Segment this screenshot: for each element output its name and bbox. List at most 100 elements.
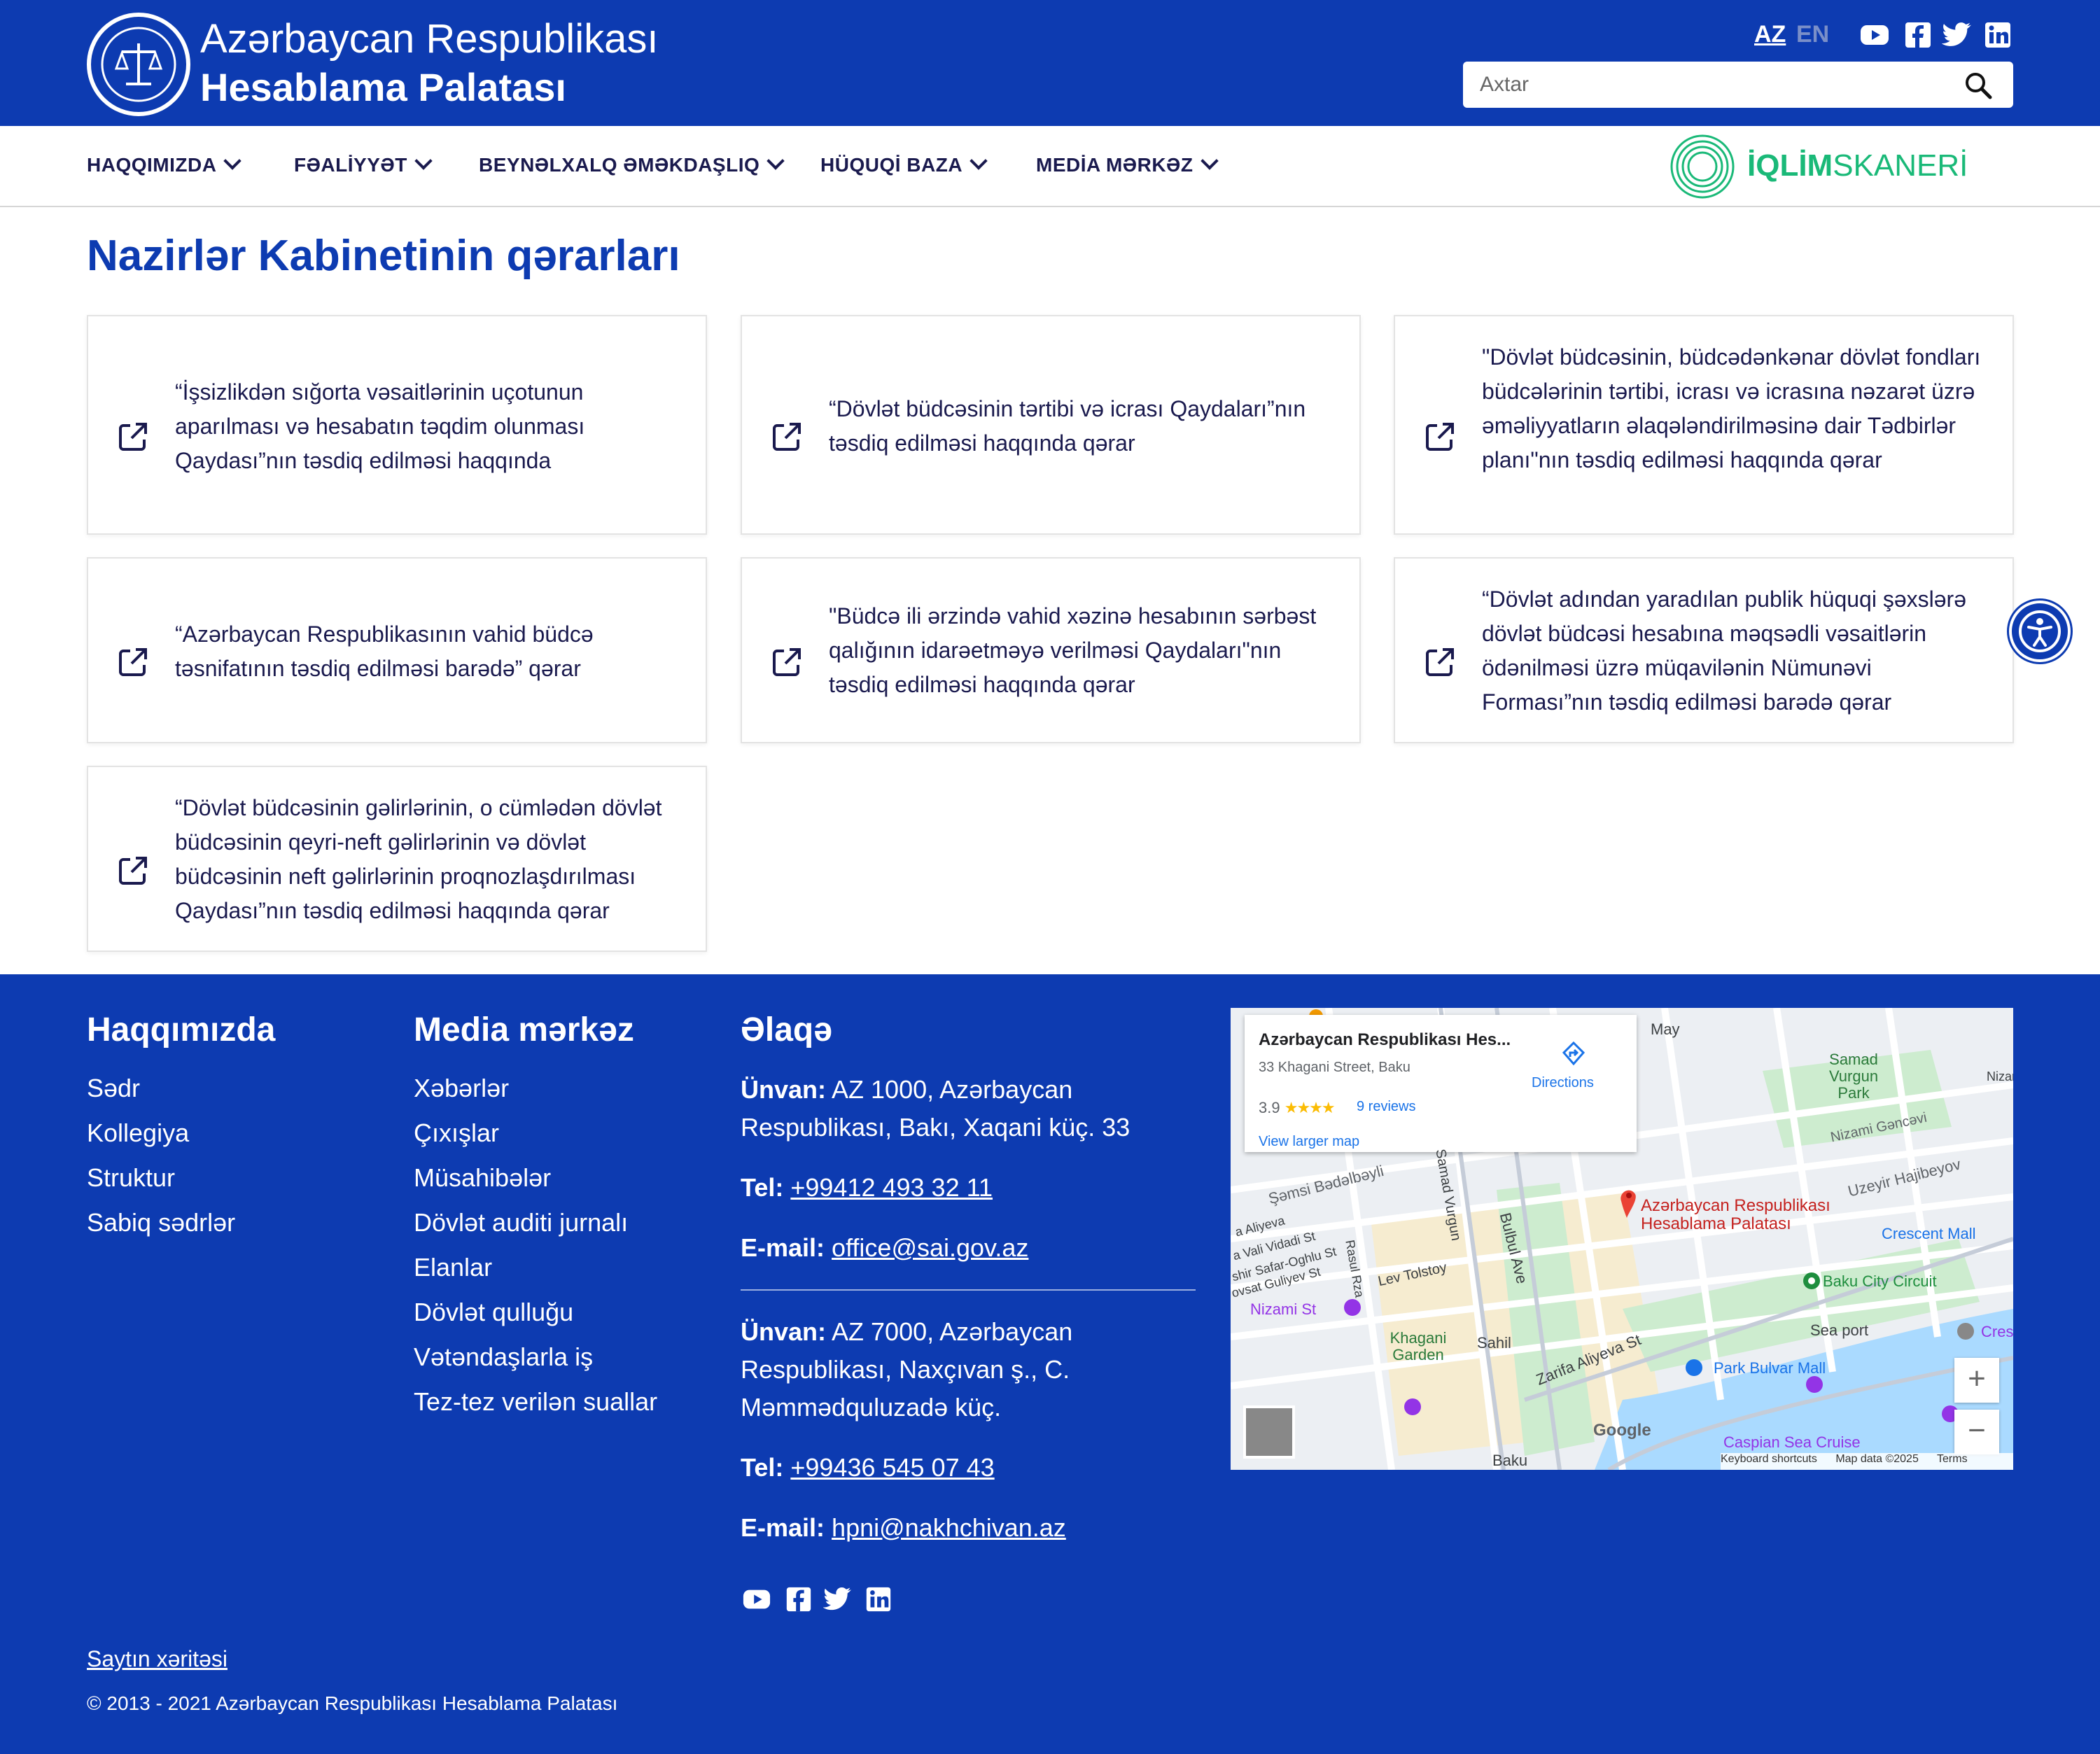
accessibility-button[interactable]: [2009, 601, 2071, 662]
decision-card[interactable]: “İşsizlikdən sığorta vəsaitlərinin uçotu…: [87, 315, 707, 535]
decision-card[interactable]: “Dövlət büdcəsinin gəlirlərinin, o cümlə…: [87, 766, 707, 952]
nakh-tel-link[interactable]: +99436 545 07 43: [790, 1453, 994, 1482]
brand-title-line2[interactable]: Hesablama Palatası: [200, 64, 566, 110]
nav-label: BEYNƏLXALQ ƏMƏKDAŞLIQ: [479, 154, 760, 176]
google-logo: Google: [1593, 1421, 1651, 1440]
map-data-text: Map data ©2025: [1835, 1453, 1919, 1465]
chevron-down-icon: [223, 152, 242, 170]
map-attribution: Keyboard shortcuts Map data ©2025 Terms: [1721, 1453, 2013, 1470]
directions-link[interactable]: Directions: [1532, 1075, 1594, 1091]
external-link-icon: [119, 423, 147, 451]
facebook-icon[interactable]: [784, 1585, 813, 1614]
nakh-email-link[interactable]: hpni@nakhchivan.az: [832, 1513, 1066, 1542]
search-icon[interactable]: [1963, 70, 1994, 101]
map-place-card[interactable]: Azərbaycan Respublikası Hes... 33 Khagan…: [1245, 1015, 1637, 1152]
map-terms-link[interactable]: Terms: [1937, 1453, 1968, 1465]
footer-link-struktur[interactable]: Struktur: [87, 1163, 175, 1193]
nav-label: HÜQUQİ BAZA: [820, 154, 963, 176]
card-text: "Dövlət büdcəsinin, büdcədənkənar dövlət…: [1482, 344, 1981, 472]
top-header: Azərbaycan Respublikası Hesablama Palata…: [0, 0, 2100, 126]
nav-item-fealiyyet[interactable]: FƏALİYYƏT: [294, 152, 433, 176]
nav-item-huquqi-baza[interactable]: HÜQUQİ BAZA: [820, 152, 988, 176]
search-input[interactable]: [1463, 62, 2013, 108]
footer-link-vetendaslarla-is[interactable]: Vətəndaşlarla iş: [414, 1342, 593, 1372]
external-link-icon: [119, 857, 147, 885]
footer-link-kollegiya[interactable]: Kollegiya: [87, 1118, 189, 1148]
partner-bold: İQLİM: [1747, 148, 1833, 183]
external-link-icon: [1426, 648, 1454, 676]
baku-tel-link[interactable]: +99412 493 32 11: [790, 1173, 993, 1202]
map-label-poi: Cres: [1981, 1323, 2013, 1340]
footer-link-xeberler[interactable]: Xəbərlər: [414, 1074, 509, 1103]
footer-media-heading: Media mərkəz: [414, 1011, 634, 1048]
footer-link-musahibeler[interactable]: Müsahibələr: [414, 1163, 551, 1193]
map-label-city: Baku: [1492, 1452, 1528, 1469]
chevron-down-icon: [414, 152, 433, 170]
linkedin-icon[interactable]: [864, 1585, 893, 1614]
map-reviews-link[interactable]: 9 reviews: [1357, 1099, 1415, 1115]
card-text: “Dövlət adından yaradılan publik hüquqi …: [1482, 587, 1966, 715]
nav-item-beynelxalq[interactable]: BEYNƏLXALQ ƏMƏKDAŞLIQ: [479, 152, 785, 176]
map-label-port: Sea port: [1810, 1321, 1869, 1339]
map-label-metro: Nizami St: [1250, 1300, 1317, 1318]
map-larger-link[interactable]: View larger map: [1259, 1134, 1359, 1150]
nav-label: MEDİA MƏRKƏZ: [1036, 154, 1194, 176]
footer-link-faq[interactable]: Tez-tez verilən suallar: [414, 1387, 657, 1417]
nav-item-haqqimizda[interactable]: HAQQIMIZDA: [87, 152, 242, 176]
map-pin-label-line2: Hesablama Palatası: [1641, 1214, 1791, 1233]
external-link-icon: [119, 648, 147, 676]
baku-email: E-mail: office@sai.gov.az: [741, 1229, 1189, 1267]
footer-link-sabiq-sedrler[interactable]: Sabiq sədrlər: [87, 1208, 235, 1237]
chevron-down-icon: [969, 152, 988, 170]
sitemap-link[interactable]: Saytın xəritəsi: [87, 1646, 227, 1672]
map-label-circuit: Baku City Circuit: [1823, 1272, 1937, 1290]
map-label-street: Nizam: [1987, 1069, 2013, 1083]
lang-az-link[interactable]: AZ: [1754, 21, 1786, 48]
card-text: "Büdcə ili ərzində vahid xəzinə hesabını…: [829, 603, 1317, 697]
decision-card[interactable]: "Büdcə ili ərzində vahid xəzinə hesabını…: [741, 557, 1361, 743]
baku-email-link[interactable]: office@sai.gov.az: [832, 1233, 1028, 1262]
logo-seal-icon[interactable]: [87, 13, 190, 116]
map-keyboard-shortcuts[interactable]: Keyboard shortcuts: [1721, 1453, 1817, 1465]
map-rating: 3.9 ★★★★: [1259, 1099, 1336, 1117]
youtube-icon[interactable]: [742, 1585, 771, 1614]
lang-en-link[interactable]: EN: [1796, 21, 1829, 48]
footer-about-heading: Haqqımızda: [87, 1011, 276, 1048]
directions-icon[interactable]: [1560, 1040, 1588, 1068]
tel-label: Tel:: [741, 1453, 784, 1482]
map-zoom-in-button[interactable]: +: [1954, 1358, 1999, 1403]
decision-card[interactable]: “Dövlət adından yaradılan publik hüquqi …: [1394, 557, 2014, 743]
baku-address: Ünvan: AZ 1000, Azərbaycan Respublikası,…: [741, 1071, 1189, 1146]
star-rating-icon: ★★★★: [1284, 1099, 1336, 1116]
chevron-down-icon: [1200, 152, 1219, 170]
nav-item-media-merkez[interactable]: MEDİA MƏRKƏZ: [1036, 152, 1219, 176]
iqlim-skaneri-link[interactable]: İQLİMSKANERİ: [1747, 148, 1968, 183]
facebook-icon[interactable]: [1903, 20, 1933, 50]
footer-link-cixislar[interactable]: Çıxışlar: [414, 1118, 499, 1148]
map-pin-label-line1: Azərbaycan Respublikası: [1641, 1196, 1830, 1215]
external-link-icon: [773, 648, 801, 676]
footer-link-audit-jurnali[interactable]: Dövlət auditi jurnalı: [414, 1208, 628, 1237]
footer-link-dovlet-qullugu[interactable]: Dövlət qulluğu: [414, 1298, 573, 1327]
google-map[interactable]: Azərbaycan Respublikası Hes... 33 Khagan…: [1231, 1008, 2013, 1470]
map-label-park: Samad Vurgun Park: [1828, 1051, 1879, 1102]
decision-card[interactable]: “Azərbaycan Respublikasının vahid büdcə …: [87, 557, 707, 743]
footer-link-elanlar[interactable]: Elanlar: [414, 1253, 492, 1282]
brand-title-line1[interactable]: Azərbaycan Respublikası: [200, 15, 658, 62]
footer-link-sedr[interactable]: Sədr: [87, 1074, 140, 1103]
page-title: Nazirlər Kabinetinin qərarları: [87, 232, 680, 280]
decision-card[interactable]: “Dövlət büdcəsinin tərtibi və icrası Qay…: [741, 315, 1361, 535]
card-text: “Dövlət büdcəsinin gəlirlərinin, o cümlə…: [175, 795, 662, 923]
map-zoom-out-button[interactable]: −: [1954, 1410, 1999, 1454]
twitter-icon[interactable]: [823, 1585, 853, 1614]
nakhchivan-email: E-mail: hpni@nakhchivan.az: [741, 1509, 1189, 1547]
external-link-icon: [1426, 423, 1454, 451]
card-text: “İşsizlikdən sığorta vəsaitlərinin uçotu…: [175, 379, 585, 473]
nakhchivan-tel: Tel: +99436 545 07 43: [741, 1449, 1189, 1487]
twitter-icon[interactable]: [1942, 20, 1973, 50]
map-label-metro: May: [1651, 1020, 1680, 1038]
decision-card[interactable]: "Dövlət büdcəsinin, büdcədənkənar dövlət…: [1394, 315, 2014, 535]
map-place-title: Azərbaycan Respublikası Hes...: [1259, 1030, 1511, 1049]
linkedin-icon[interactable]: [1982, 20, 2013, 50]
youtube-icon[interactable]: [1859, 20, 1890, 50]
